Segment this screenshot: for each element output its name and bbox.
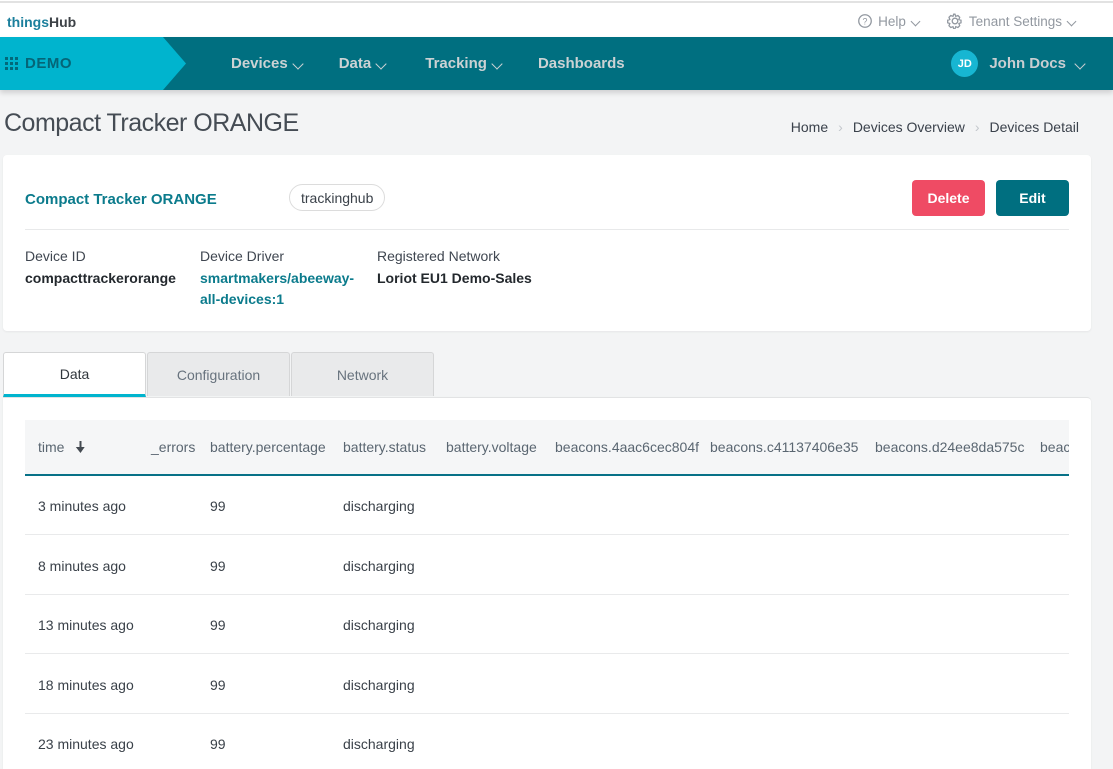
svg-text:?: ? <box>863 16 868 26</box>
